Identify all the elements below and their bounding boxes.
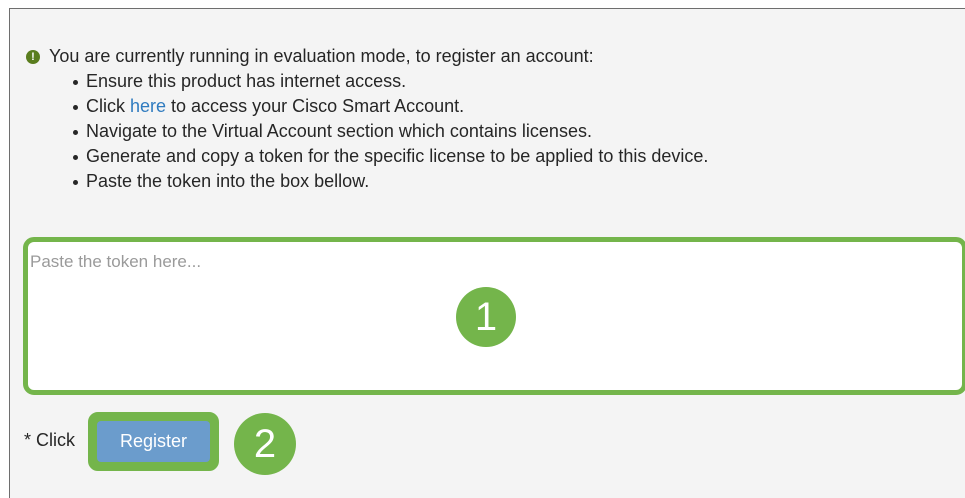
step-item-internet: Ensure this product has internet access. xyxy=(73,69,708,94)
step-item-paste-token: Paste the token into the box bellow. xyxy=(73,169,708,194)
step-item-virtual-account: Navigate to the Virtual Account section … xyxy=(73,119,708,144)
step-text-before-link: Click xyxy=(86,96,130,116)
step-item-generate-token: Generate and copy a token for the specif… xyxy=(73,144,708,169)
step-marker-1: 1 xyxy=(456,287,516,347)
step-marker-2: 2 xyxy=(234,413,296,475)
click-instruction-label: * Click xyxy=(24,430,76,450)
notice-intro-text: You are currently running in evaluation … xyxy=(49,46,594,66)
registration-steps-list: Ensure this product has internet access.… xyxy=(26,69,708,194)
step-text: Navigate to the Virtual Account section … xyxy=(86,121,592,141)
step-text: Paste the token into the box bellow. xyxy=(86,171,370,191)
evaluation-notice: ! You are currently running in evaluatio… xyxy=(26,44,708,194)
register-button[interactable]: Register xyxy=(97,421,210,462)
smart-account-link[interactable]: here xyxy=(130,96,166,116)
register-button-highlight: Register xyxy=(88,412,219,471)
step-text: Generate and copy a token for the specif… xyxy=(86,146,709,166)
step-item-smart-account: Click here to access your Cisco Smart Ac… xyxy=(73,94,708,119)
step-text-after-link: to access your Cisco Smart Account. xyxy=(166,96,465,116)
notice-intro-line: ! You are currently running in evaluatio… xyxy=(26,44,708,69)
step-text: Ensure this product has internet access. xyxy=(86,71,407,91)
exclamation-circle-icon: ! xyxy=(26,50,40,64)
